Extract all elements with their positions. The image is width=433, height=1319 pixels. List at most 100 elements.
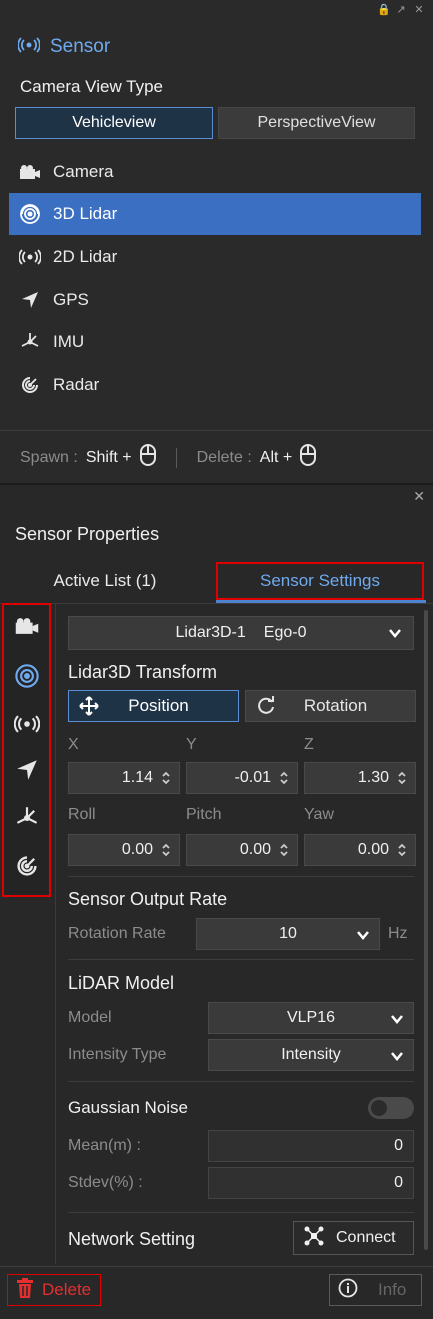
shortcut-hints: Spawn : Shift + Delete : Alt + [20, 444, 317, 471]
model-value: VLP16 [286, 1009, 336, 1026]
vehicleview-button[interactable]: Vehicleview [15, 107, 213, 139]
sensor-select-owner: Ego-0 [263, 624, 307, 641]
position-button[interactable]: Position [68, 690, 239, 722]
divider [68, 1081, 414, 1082]
move-icon [69, 696, 109, 716]
network-setting-title: Network Setting [68, 1229, 196, 1249]
roll-input[interactable]: 0.00 [68, 834, 180, 866]
sensor-item-gps[interactable]: GPS [9, 279, 421, 321]
sensor-item-3d-lidar[interactable]: 3D Lidar [9, 193, 421, 235]
sensor-item-label: Radar [53, 375, 100, 394]
sensor-item-radar[interactable]: Radar [9, 364, 421, 406]
z-label: Z [304, 736, 314, 753]
close-icon[interactable]: ✕ [413, 488, 425, 505]
sensor-panel: 🔒 ↗ ✕ Sensor Camera View Type Vehiclevie… [0, 0, 433, 483]
delete-label: Delete [42, 1280, 92, 1299]
imu-icon[interactable] [14, 805, 40, 831]
tab-baseline [0, 603, 433, 604]
tab-sensor-settings[interactable]: Sensor Settings [216, 562, 424, 600]
gps-icon [19, 289, 41, 311]
intensity-type-value: Intensity [281, 1046, 341, 1063]
camera-icon[interactable] [14, 613, 40, 639]
yaw-value: 0.00 [357, 841, 389, 858]
lidar3d-icon[interactable] [14, 663, 40, 689]
gps-icon[interactable] [14, 757, 40, 783]
spinner-icon[interactable] [279, 771, 289, 785]
divider [68, 1212, 414, 1213]
perspectiveview-button[interactable]: PerspectiveView [218, 107, 415, 139]
scrollbar[interactable] [424, 610, 428, 1250]
chevron-down-icon [355, 927, 371, 948]
lidar-model-title: LiDAR Model [68, 973, 175, 993]
sensor-item-label: Camera [53, 162, 114, 181]
model-label: Model [68, 1009, 112, 1026]
rotation-button[interactable]: Rotation [245, 690, 416, 722]
x-input[interactable]: 1.14 [68, 762, 180, 794]
sensor-header: Sensor [17, 36, 111, 58]
stdev-input[interactable]: 0 [208, 1167, 414, 1199]
tab-active-indicator [216, 600, 426, 603]
gaussian-noise-title: Gaussian Noise [68, 1098, 189, 1117]
z-value: 1.30 [357, 769, 389, 786]
pitch-input[interactable]: 0.00 [186, 834, 298, 866]
popout-icon[interactable]: ↗ [395, 4, 407, 16]
yaw-label: Yaw [304, 806, 334, 823]
rotate-icon [246, 696, 286, 716]
sensor-properties-title: Sensor Properties [15, 524, 160, 544]
yaw-input[interactable]: 0.00 [304, 834, 416, 866]
separator [175, 447, 177, 468]
gaussian-noise-toggle[interactable] [368, 1097, 414, 1119]
rotation-label: Rotation [303, 696, 368, 715]
sensor-item-label: IMU [53, 332, 85, 351]
mouse-right-icon [300, 444, 317, 471]
intensity-type-select[interactable]: Intensity [208, 1039, 414, 1071]
toggle-knob [371, 1100, 387, 1116]
sensor-item-2d-lidar[interactable]: 2D Lidar [9, 236, 421, 278]
sensor-item-imu[interactable]: IMU [9, 321, 421, 363]
delete-label: Delete : [196, 448, 252, 466]
sensor-type-iconbar [2, 603, 51, 897]
divider [0, 430, 433, 431]
spinner-icon[interactable] [397, 771, 407, 785]
rotation-rate-value: 10 [279, 925, 297, 942]
divider [68, 959, 414, 960]
rotation-rate-select[interactable]: 10 [196, 918, 380, 950]
model-select[interactable]: VLP16 [208, 1002, 414, 1034]
sensor-select-dropdown[interactable]: Lidar3D-1 Ego-0 [68, 616, 414, 650]
sensor-panel-title: Sensor [50, 36, 111, 57]
mean-input[interactable]: 0 [208, 1130, 414, 1162]
lidar2d-icon [19, 246, 41, 268]
connect-button[interactable]: Connect [293, 1221, 414, 1255]
spinner-icon[interactable] [279, 843, 289, 857]
lidar2d-icon[interactable] [14, 711, 40, 737]
sensor-item-label: 2D Lidar [53, 247, 118, 266]
info-button[interactable]: Info [329, 1274, 422, 1306]
position-label: Position [128, 696, 189, 715]
imu-icon [19, 331, 41, 353]
y-label: Y [186, 736, 197, 753]
trash-icon [16, 1277, 34, 1303]
iconbar-divider [55, 604, 56, 1264]
z-input[interactable]: 1.30 [304, 762, 416, 794]
lock-icon[interactable]: 🔒 [377, 4, 391, 16]
delete-button[interactable]: Delete [7, 1274, 101, 1306]
rotation-rate-label: Rotation Rate [68, 925, 166, 942]
sensor-select-name: Lidar3D-1 [175, 624, 246, 641]
chevron-down-icon [387, 625, 403, 646]
sensor-item-camera[interactable]: Camera [9, 151, 421, 193]
spinner-icon[interactable] [161, 771, 171, 785]
y-value: -0.01 [234, 769, 271, 786]
x-label: X [68, 736, 79, 753]
spinner-icon[interactable] [397, 843, 407, 857]
y-input[interactable]: -0.01 [186, 762, 298, 794]
spinner-icon[interactable] [161, 843, 171, 857]
lidar3d-icon [19, 203, 41, 225]
close-icon[interactable]: ✕ [413, 4, 425, 16]
camera-icon [19, 161, 41, 183]
transform-title: Lidar3D Transform [68, 662, 218, 682]
pitch-label: Pitch [186, 806, 222, 823]
chevron-down-icon [389, 1048, 405, 1069]
tab-active-list[interactable]: Active List (1) [15, 562, 195, 600]
radar-icon[interactable] [14, 853, 40, 879]
output-rate-title: Sensor Output Rate [68, 889, 228, 909]
